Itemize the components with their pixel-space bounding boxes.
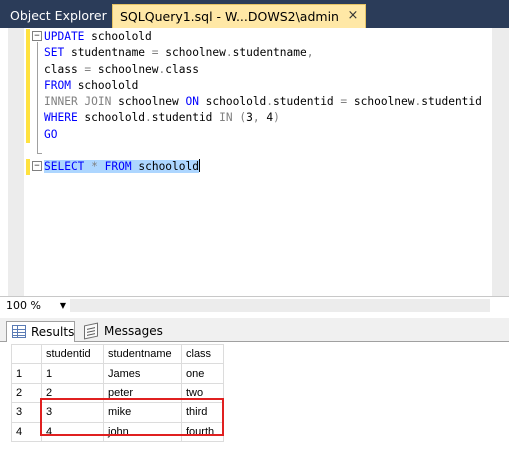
row-number[interactable]: 4	[11, 421, 42, 442]
query-editor[interactable]: − − UPDATE schoolold SET studentname = sc…	[0, 28, 509, 296]
row-number[interactable]: 3	[11, 402, 42, 423]
results-tab-strip: Results Messages	[0, 318, 509, 342]
cell-studentid[interactable]: 1	[41, 363, 104, 384]
close-icon[interactable]: ×	[345, 8, 361, 24]
code-token: 3	[246, 111, 253, 125]
code-token: schoolold	[70, 78, 139, 92]
editor-margin	[8, 28, 24, 296]
cell-studentname[interactable]: James	[103, 363, 182, 384]
zoom-dropdown[interactable]: 100 % ▼	[6, 298, 66, 313]
code-token: studentid	[273, 95, 341, 109]
chevron-down-icon: ▼	[59, 301, 66, 310]
tab-results-label: Results	[31, 325, 75, 339]
code-token	[97, 160, 105, 174]
code-token: schoolnew	[111, 95, 186, 109]
outlining-margin: − −	[32, 28, 43, 296]
tab-sql-query[interactable]: SQLQuery1.sql - W...DOWS2\admin (56)) ×	[112, 4, 366, 47]
code-line[interactable]: INNER JOIN schoolnew ON schoolold.studen…	[44, 94, 482, 110]
row-number-header	[11, 343, 42, 365]
code-token: WHERE	[44, 111, 78, 125]
code-token: studentid	[421, 95, 482, 109]
code-token: 4	[259, 111, 274, 125]
code-token: schoolold	[84, 30, 152, 43]
code-token: *	[91, 160, 98, 174]
code-token: IN	[219, 111, 233, 125]
code-token: class	[165, 62, 199, 76]
code-line[interactable]: SELECT * FROM schoolold	[44, 159, 482, 175]
tab-object-explorer[interactable]: Object Explorer	[0, 4, 115, 28]
grid-header-row: studentid studentname class	[11, 343, 224, 365]
code-token: FROM	[44, 78, 71, 92]
editor-vertical-scrollbar[interactable]	[492, 28, 509, 296]
code-token: INNER JOIN	[44, 95, 112, 109]
collapse-icon[interactable]: −	[32, 31, 42, 41]
editor-status-bar: 100 % ▼	[0, 296, 509, 314]
column-header[interactable]: studentid	[41, 343, 104, 365]
code-token: =	[151, 46, 159, 60]
code-token: schoolnew	[347, 95, 415, 109]
code-token: studentname	[64, 46, 152, 60]
code-token: ON	[185, 95, 199, 109]
zoom-value: 100 %	[6, 299, 41, 312]
code-line[interactable]: FROM schoolold	[44, 78, 482, 94]
changed-lines-marker	[26, 29, 30, 143]
code-token: )	[273, 111, 280, 125]
code-line[interactable]	[44, 143, 482, 159]
code-token: ,	[252, 111, 260, 125]
tab-messages-label: Messages	[104, 324, 163, 338]
code-line[interactable]: UPDATE schoolold	[44, 29, 482, 45]
outline-line	[37, 42, 38, 154]
row-number[interactable]: 2	[11, 382, 42, 404]
code-line[interactable]: GO	[44, 127, 482, 143]
sql-code[interactable]: UPDATE schoolold SET studentname = school…	[44, 29, 482, 176]
code-token: schoolnew	[158, 46, 226, 60]
code-token: schoolold	[131, 160, 199, 174]
column-header[interactable]: studentname	[103, 343, 182, 365]
tab-results[interactable]: Results	[6, 321, 75, 342]
cell-class[interactable]: one	[181, 363, 224, 384]
document-tab-strip: Object Explorer SQLQuery1.sql - W...DOWS…	[0, 0, 509, 47]
changed-lines-marker	[26, 159, 30, 175]
text-caret	[198, 159, 200, 173]
code-token: UPDATE	[44, 30, 85, 43]
code-token: schoolold	[77, 111, 146, 125]
table-row[interactable]: 1 1 James one	[11, 363, 224, 384]
code-token: studentname	[232, 46, 307, 60]
code-line[interactable]: class = schoolnew.class	[44, 62, 482, 78]
code-line[interactable]: SET studentname = schoolnew.studentname,	[44, 45, 482, 61]
grid-icon	[12, 325, 26, 338]
column-header[interactable]: class	[181, 343, 224, 365]
highlight-annotation-box	[40, 398, 224, 436]
code-line[interactable]: WHERE schoolold.studentid IN (3, 4)	[44, 110, 482, 126]
tab-messages[interactable]: Messages	[80, 321, 163, 342]
collapse-icon[interactable]: −	[32, 161, 42, 171]
code-token: GO	[44, 127, 58, 141]
editor-horizontal-scrollbar[interactable]	[70, 299, 490, 312]
code-token: class	[44, 62, 85, 76]
row-number[interactable]: 1	[11, 363, 42, 384]
code-token: .	[145, 111, 152, 125]
code-token: .	[225, 46, 233, 60]
code-token: SELECT	[44, 160, 85, 174]
code-token: schoolold	[198, 95, 267, 109]
code-token: studentid	[151, 111, 220, 125]
code-token: SET	[44, 46, 65, 60]
outline-line-end	[37, 153, 42, 154]
code-token: FROM	[104, 160, 132, 174]
code-token: schoolnew	[91, 62, 159, 76]
code-token: ,	[306, 46, 314, 60]
messages-icon	[84, 322, 98, 340]
